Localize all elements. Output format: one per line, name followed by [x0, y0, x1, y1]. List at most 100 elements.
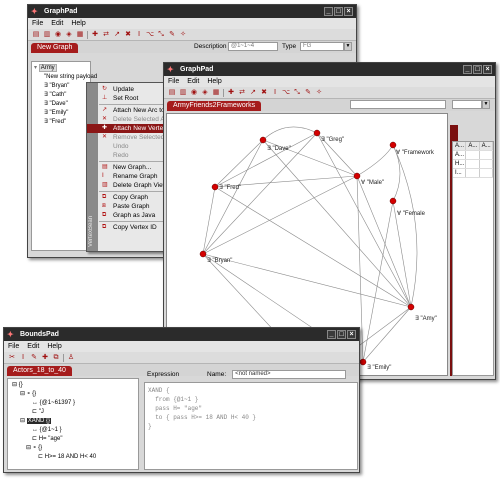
- tree-item[interactable]: ∃ "Bryan": [34, 82, 88, 91]
- add-vertex-icon[interactable]: ✚: [227, 89, 235, 97]
- table-row[interactable]: I...: [453, 169, 493, 178]
- chevron-down-icon[interactable]: ▼: [344, 42, 352, 51]
- type-combo[interactable]: ▼: [452, 100, 490, 109]
- minimize-button[interactable]: _: [324, 7, 333, 16]
- column-header[interactable]: A...: [453, 142, 467, 150]
- grid-icon[interactable]: ▦: [212, 89, 220, 97]
- open-icon[interactable]: ▥: [43, 31, 51, 39]
- menu-item-redo[interactable]: Redo: [87, 151, 171, 160]
- close-button[interactable]: ×: [344, 7, 353, 16]
- tree-item[interactable]: ∃ "Dave": [34, 100, 88, 109]
- menu-item-set-root[interactable]: ⊥ Set Root: [87, 94, 171, 103]
- menu-item-new-graph[interactable]: ▤ New Graph...: [87, 163, 171, 172]
- rename-icon[interactable]: Ⅰ: [19, 354, 27, 362]
- menu-item-rename-graph[interactable]: Ⅰ Rename Graph: [87, 172, 171, 181]
- rename-icon[interactable]: Ⅰ: [271, 89, 279, 97]
- tree-node[interactable]: ⊟ ∘ {}: [10, 444, 136, 453]
- boundspad-titlebar[interactable]: ✦ BoundsPad _ □ ×: [4, 328, 359, 341]
- settings-icon[interactable]: ✧: [179, 31, 187, 39]
- layout-icon[interactable]: ⤡: [157, 31, 165, 39]
- layout-icon[interactable]: ⤡: [293, 89, 301, 97]
- chevron-down-icon[interactable]: ▼: [482, 100, 490, 109]
- menu-edit[interactable]: Edit: [187, 78, 199, 85]
- wand-icon[interactable]: ✎: [168, 31, 176, 39]
- rename-icon[interactable]: Ⅰ: [135, 31, 143, 39]
- tree-node[interactable]: ⊏ H>= 18 AND H< 40: [10, 453, 136, 462]
- menu-help[interactable]: Help: [207, 78, 221, 85]
- open-icon[interactable]: ▥: [179, 89, 187, 97]
- grid-icon[interactable]: ▦: [76, 31, 84, 39]
- menu-item-copy-graph[interactable]: ⧉ Copy Graph: [87, 193, 171, 202]
- menu-item-attach-vertex[interactable]: ✚ Attach New Vertex: [87, 124, 171, 133]
- menu-item-delete-graph-view[interactable]: ▥ Delete Graph View: [87, 181, 171, 190]
- tree-node[interactable]: ⊏ "J: [10, 408, 136, 417]
- new-graph-icon[interactable]: ▤: [168, 89, 176, 97]
- link-icon[interactable]: ⇄: [238, 89, 246, 97]
- tree-node[interactable]: ↔ {@1~61397 }: [10, 399, 136, 408]
- menu-item-undo[interactable]: Undo: [87, 142, 171, 151]
- type-combo[interactable]: FG ▼: [300, 42, 352, 51]
- tree-item[interactable]: ∃ "Fred": [34, 118, 88, 127]
- menu-edit[interactable]: Edit: [51, 20, 63, 27]
- name-field[interactable]: <not named>: [232, 370, 347, 379]
- maximize-button[interactable]: □: [334, 7, 343, 16]
- menu-help[interactable]: Help: [71, 20, 85, 27]
- add-vertex-icon[interactable]: ✚: [91, 31, 99, 39]
- bounds-tree[interactable]: ⊟ {} ⊟ ∘ {} ↔ {@1~61397 } ⊏ "J ⊟ XAND {}…: [7, 378, 139, 470]
- tree-node[interactable]: ⊟ {}: [10, 381, 136, 390]
- column-header[interactable]: A...: [466, 142, 480, 150]
- tree-node[interactable]: ⊟ ∘ {}: [10, 390, 136, 399]
- tree-item[interactable]: "New string payload: [34, 73, 97, 82]
- tab-army-friends[interactable]: ArmyFriends2Frameworks: [167, 101, 262, 111]
- tree-node[interactable]: ↔ {@1~1 }: [10, 426, 136, 435]
- save-icon[interactable]: ◈: [201, 89, 209, 97]
- arc-icon[interactable]: ↗: [113, 31, 121, 39]
- description-field[interactable]: [350, 100, 446, 109]
- tree-node[interactable]: ⊟ XAND {}: [10, 417, 136, 426]
- close-button[interactable]: ×: [483, 65, 492, 74]
- table-row[interactable]: H...: [453, 160, 493, 169]
- minimize-button[interactable]: _: [327, 330, 336, 339]
- menu-item-graph-as-java[interactable]: ⧉ Graph as Java: [87, 211, 171, 220]
- tree-item[interactable]: ∃ "Emily": [34, 109, 88, 118]
- cut-icon[interactable]: ✂: [8, 354, 16, 362]
- link-icon[interactable]: ⇄: [102, 31, 110, 39]
- graphpad-2-titlebar[interactable]: ✦ GraphPad _ □ ×: [164, 63, 495, 76]
- menu-item-paste-graph[interactable]: ⧈ Paste Graph: [87, 202, 171, 211]
- tab-actors[interactable]: Actors_18_to_40: [7, 366, 72, 376]
- menu-file[interactable]: File: [32, 20, 43, 27]
- menu-file[interactable]: File: [168, 78, 179, 85]
- close-button[interactable]: ×: [347, 330, 356, 339]
- tree-icon[interactable]: ⌥: [282, 89, 290, 97]
- menu-item-update[interactable]: ↻ Update: [87, 85, 171, 94]
- table-row[interactable]: A...: [453, 151, 493, 160]
- menu-item-copy-vertex-id[interactable]: ⧉ Copy Vertex ID: [87, 223, 171, 232]
- maximize-button[interactable]: □: [337, 330, 346, 339]
- attribute-table[interactable]: A... A... A... A... H... I...: [452, 141, 494, 376]
- menu-file[interactable]: File: [8, 343, 19, 350]
- graphpad-1-titlebar[interactable]: ✦ GraphPad _ □ ×: [28, 5, 356, 18]
- view-icon[interactable]: ◉: [54, 31, 62, 39]
- tree-item[interactable]: ∃ "Cath": [34, 91, 88, 100]
- description-field[interactable]: @1~1~4: [228, 42, 278, 51]
- delete-icon[interactable]: ✖: [260, 89, 268, 97]
- tree-icon[interactable]: ⌥: [146, 31, 154, 39]
- tree-root[interactable]: ▾ Army: [34, 64, 88, 73]
- column-header[interactable]: A...: [479, 142, 493, 150]
- edit-icon[interactable]: ✎: [30, 354, 38, 362]
- wand-icon[interactable]: ✎: [304, 89, 312, 97]
- menu-item-remove-vertex[interactable]: ✕ Remove Selected Ve: [87, 133, 174, 142]
- expression-editor[interactable]: XAND { from {@1~1 } pass H= "age" to { p…: [144, 382, 358, 470]
- tree-node[interactable]: ⊏ H= "age": [10, 435, 136, 444]
- save-icon[interactable]: ◈: [65, 31, 73, 39]
- tab-new-graph[interactable]: New Graph: [31, 43, 79, 53]
- graphpad-1-tree[interactable]: ▾ Army "New string payload ∃ "Bryan" ∃ "…: [31, 61, 97, 251]
- view-icon[interactable]: ◉: [190, 89, 198, 97]
- delete-icon[interactable]: ✖: [124, 31, 132, 39]
- new-icon[interactable]: ✚: [41, 354, 49, 362]
- settings-icon[interactable]: ✧: [315, 89, 323, 97]
- new-graph-icon[interactable]: ▤: [32, 31, 40, 39]
- menu-item-delete-arc[interactable]: ✕ Delete Selected Arc: [87, 115, 171, 124]
- menu-item-attach-arc[interactable]: ↗ Attach New Arc to: [87, 106, 171, 115]
- menu-edit[interactable]: Edit: [27, 343, 39, 350]
